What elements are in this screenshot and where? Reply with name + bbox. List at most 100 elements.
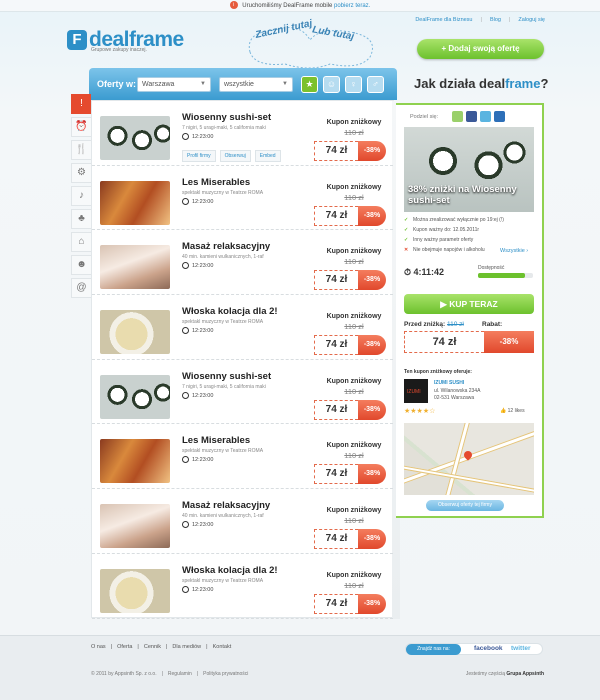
blog-link[interactable]: Blog <box>490 17 501 23</box>
follow-shop-button[interactable]: Obserwuj oferty tej firmy <box>426 500 504 511</box>
offer-title[interactable]: Masaż relaksacyjny <box>182 241 270 252</box>
clock-icon <box>182 391 189 399</box>
buy-now-button[interactable]: ▶ KUP TERAZ <box>404 294 534 314</box>
alert-icon[interactable]: ! <box>71 94 91 114</box>
offer-title[interactable]: Les Miserables <box>182 177 250 188</box>
download-link[interactable]: pobierz teraz. <box>334 3 370 9</box>
part-of: Jesteśmy częścią Grupa Appsinth <box>466 671 544 677</box>
privacy-link[interactable]: Polityka prywatności <box>203 671 248 677</box>
offer-row[interactable]: Masaż relaksacyjny 40 min. kamieni wulka… <box>92 489 393 554</box>
footer-link-offer[interactable]: Oferta <box>117 644 132 650</box>
condition-text: Kupon ważny do: 12.05.2011r <box>413 227 480 233</box>
offer-price: 74 zł <box>314 529 358 550</box>
offer-discount: -38% <box>358 464 386 485</box>
offer-image[interactable] <box>100 504 170 549</box>
price-tag[interactable]: 74 zł -38% <box>314 141 386 161</box>
shop-logo-text: IZUMI <box>407 389 421 395</box>
offer-discount: -38% <box>358 399 386 420</box>
at-icon[interactable]: @ <box>71 278 91 298</box>
company-profile-button[interactable]: Profil firmy <box>182 150 216 162</box>
offer-title[interactable]: Masaż relaksacyjny <box>182 500 270 511</box>
offer-row[interactable]: Włoska kolacja dla 2! spektakl muzyczny … <box>92 554 393 619</box>
offer-image[interactable] <box>100 568 170 613</box>
buy-label: KUP TERAZ <box>449 299 498 309</box>
price-tag[interactable]: 74 zł -38% <box>314 399 386 420</box>
deal-price: 74 zł -38% <box>404 331 534 353</box>
location-map[interactable] <box>404 423 534 495</box>
person-icon[interactable]: ☻ <box>71 255 91 275</box>
offer-row[interactable]: Wiosenny sushi-set 7 nigiri, 5 uragi-mak… <box>92 360 393 425</box>
shop-name[interactable]: IZUMI SUSHI <box>434 380 464 386</box>
all-conditions-link[interactable]: Wszystkie › <box>500 248 528 254</box>
coupon-info: Kupon zniżkowy 110 zł <box>314 572 394 590</box>
social-icon[interactable] <box>494 111 505 122</box>
group-name[interactable]: Grupa Appsinth <box>506 671 544 677</box>
star-icon[interactable]: ★ <box>301 76 318 93</box>
offer-image[interactable] <box>100 439 170 484</box>
price-tag[interactable]: 74 zł -38% <box>314 464 386 485</box>
music-icon[interactable]: ♪ <box>71 186 91 206</box>
social-links: Znajdź nas na: facebook twitter <box>405 643 543 655</box>
offer-title[interactable]: Włoska kolacja dla 2! <box>182 306 278 317</box>
offer-title[interactable]: Wiosenny sushi-set <box>182 371 271 382</box>
old-price: 110 zł <box>344 580 364 590</box>
part-of-text: Jesteśmy częścią <box>465 671 506 677</box>
cross-icon: ✕ <box>404 247 409 253</box>
offer-image[interactable] <box>100 374 170 419</box>
alarm-icon[interactable]: ⏰ <box>71 117 91 137</box>
offer-row[interactable]: Masaż relaksacyjny 40 min. kamieni wulka… <box>92 230 393 296</box>
offer-row[interactable]: Wiosenny sushi-set 7 nigiri, 5 uragi-mak… <box>92 101 393 166</box>
facebook-link[interactable]: facebook <box>474 645 503 652</box>
offer-title[interactable]: Włoska kolacja dla 2! <box>182 565 278 576</box>
city-select[interactable]: Warszawa ▼ <box>137 77 211 92</box>
price-tag[interactable]: 74 zł -38% <box>314 205 386 226</box>
footer-link-contact[interactable]: Kontakt <box>213 644 232 650</box>
price-tag[interactable]: 74 zł -38% <box>314 335 386 356</box>
deal-detail-panel: Podziel się: 38% zniżki na Wiosenny sush… <box>396 103 544 518</box>
price-tag[interactable]: 74 zł -38% <box>314 270 386 291</box>
offer-image[interactable] <box>100 180 170 225</box>
offer-image[interactable] <box>100 245 170 290</box>
home-icon[interactable]: ⌂ <box>71 232 91 252</box>
announcement: i Uruchomiliśmy DealFrame mobile pobierz… <box>0 0 600 12</box>
twitter-link[interactable]: twitter <box>511 645 531 652</box>
clock-icon <box>182 133 189 140</box>
follow-button[interactable]: Obserwuj <box>219 150 251 162</box>
offer-time: 12:23:00 <box>182 133 213 140</box>
offer-row[interactable]: Les Miserables spektakl muzyczny w Teatr… <box>92 424 393 490</box>
footer-link-pricing[interactable]: Cennik <box>144 644 161 650</box>
face-icon[interactable]: ☺ <box>323 76 340 93</box>
coupon-info: Kupon zniżkowy 110 zł <box>314 507 394 525</box>
shop-logo[interactable]: IZUMI <box>404 379 428 403</box>
add-offer-button[interactable]: + Dodaj swoją ofertę <box>417 39 544 59</box>
price-tag[interactable]: 74 zł -38% <box>314 529 386 550</box>
tree-icon[interactable]: ♣ <box>71 209 91 229</box>
how-title-b: frame <box>505 76 541 91</box>
offer-title[interactable]: Les Miserables <box>182 435 250 446</box>
offer-image[interactable] <box>100 116 170 160</box>
gear-icon[interactable]: ⚙ <box>71 163 91 183</box>
twitter-icon[interactable] <box>480 111 491 122</box>
footer-link-about[interactable]: O nas <box>91 644 106 650</box>
coupon-label: Kupon zniżkowy <box>326 507 382 515</box>
login-link[interactable]: Zaloguj się <box>518 17 545 23</box>
food-icon[interactable]: 🍴 <box>71 140 91 160</box>
email-icon[interactable] <box>452 111 463 122</box>
female-icon[interactable]: ♀ <box>345 76 362 93</box>
offer-image[interactable] <box>100 310 170 355</box>
footer-link-media[interactable]: Dla mediów <box>172 644 201 650</box>
offer-row[interactable]: Les Miserables spektakl muzyczny w Teatr… <box>92 166 393 231</box>
business-link[interactable]: DealFrame dla Biznesu <box>415 17 472 23</box>
likes-count[interactable]: 👍 12 likes <box>500 408 525 414</box>
facebook-icon[interactable] <box>466 111 477 122</box>
category-select[interactable]: wszystkie ▼ <box>219 77 293 92</box>
terms-link[interactable]: Regulamin <box>168 671 192 677</box>
male-icon[interactable]: ♂ <box>367 76 384 93</box>
price-tag[interactable]: 74 zł -38% <box>314 593 386 614</box>
deal-condition: ✓ Można zrealizować wyłącznie po 19:ej (!… <box>404 217 539 223</box>
offer-title[interactable]: Wiosenny sushi-set <box>182 112 271 123</box>
offer-row[interactable]: Włoska kolacja dla 2! spektakl muzyczny … <box>92 295 393 360</box>
time-value: 12:23:00 <box>192 586 214 593</box>
embed-button[interactable]: Embed <box>254 150 281 162</box>
before-label: Przed zniżką: <box>404 321 446 328</box>
